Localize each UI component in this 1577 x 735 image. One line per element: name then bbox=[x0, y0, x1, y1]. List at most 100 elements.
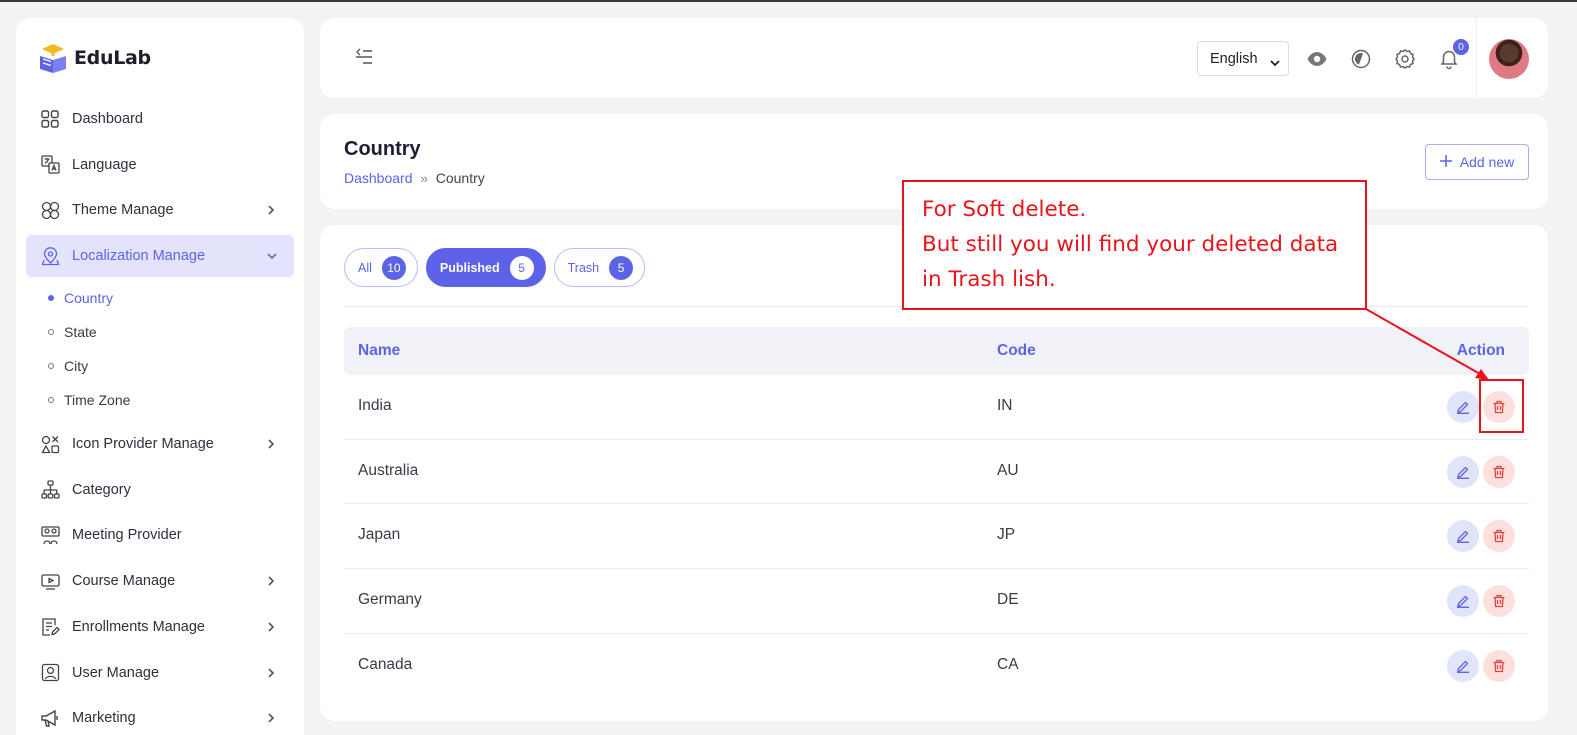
cell-name: Germany bbox=[358, 591, 422, 609]
brand-name: EduLab bbox=[74, 47, 151, 69]
sidebar-item-label: Dashboard bbox=[72, 111, 143, 127]
chevron-down-icon bbox=[266, 248, 277, 264]
divider bbox=[1476, 18, 1477, 98]
user-square-icon bbox=[40, 663, 60, 683]
cell-code: DE bbox=[997, 591, 1019, 609]
breadcrumb-separator: » bbox=[420, 170, 428, 186]
megaphone-icon bbox=[40, 708, 60, 728]
plus-icon bbox=[1439, 154, 1452, 170]
status-tabs: All 10 Published 5 Trash 5 bbox=[344, 248, 646, 287]
sidebar-item-dashboard[interactable]: Dashboard bbox=[26, 98, 294, 140]
bullet-icon bbox=[48, 363, 54, 370]
top-bar: English 0 bbox=[320, 18, 1548, 98]
chevron-right-icon bbox=[266, 573, 276, 589]
table-row: Japan JP bbox=[344, 504, 1529, 570]
chevron-right-icon bbox=[266, 436, 276, 452]
sidebar-item-icon-provider-manage[interactable]: Icon Provider Manage bbox=[26, 423, 294, 465]
pencil-icon bbox=[1457, 595, 1469, 609]
tab-trash[interactable]: Trash 5 bbox=[553, 248, 646, 287]
sidebar-item-label: Marketing bbox=[72, 710, 136, 727]
sidebar-item-language[interactable]: Language bbox=[26, 144, 294, 186]
trash-icon bbox=[1493, 530, 1505, 543]
sidebar-item-enrollments-manage[interactable]: Enrollments Manage bbox=[26, 606, 294, 648]
sidebar-item-localization-manage[interactable]: Localization Manage bbox=[26, 235, 294, 278]
delete-button[interactable] bbox=[1483, 520, 1515, 553]
video-icon bbox=[40, 571, 60, 591]
hierarchy-icon bbox=[40, 480, 60, 500]
annotation-line: But still you will find your deleted dat… bbox=[922, 232, 1339, 257]
sidebar-item-label: User Manage bbox=[72, 664, 160, 681]
submenu-item-label: Country bbox=[64, 290, 114, 307]
sidebar-item-course-manage[interactable]: Course Manage bbox=[26, 560, 294, 602]
chevron-down-icon bbox=[1270, 55, 1280, 71]
edit-button[interactable] bbox=[1447, 585, 1479, 618]
submenu-item-city[interactable]: City bbox=[48, 349, 294, 383]
submenu-item-label: Time Zone bbox=[64, 392, 131, 409]
sidebar-item-label: Course Manage bbox=[72, 573, 176, 590]
tab-count-badge: 5 bbox=[509, 255, 534, 280]
sidebar-item-label: Enrollments Manage bbox=[72, 618, 205, 635]
sidebar-item-user-manage[interactable]: User Manage bbox=[26, 652, 294, 694]
annotation-line: For Soft delete. bbox=[922, 197, 1087, 222]
column-header-action: Action bbox=[1456, 342, 1505, 359]
annotation-callout: For Soft delete. But still you will find… bbox=[902, 180, 1367, 310]
gear-icon[interactable] bbox=[1394, 48, 1416, 70]
cell-code: IN bbox=[997, 397, 1013, 414]
sidebar-item-category[interactable]: Category bbox=[26, 469, 294, 511]
column-header-name: Name bbox=[358, 342, 401, 359]
trash-icon bbox=[1493, 465, 1505, 478]
cell-name: Canada bbox=[358, 655, 413, 673]
delete-button[interactable] bbox=[1483, 455, 1515, 488]
page-title: Country bbox=[344, 138, 421, 160]
graduation-book-logo-icon bbox=[38, 42, 68, 74]
delete-button[interactable] bbox=[1483, 585, 1515, 618]
add-new-label: Add new bbox=[1459, 154, 1515, 170]
pencil-icon bbox=[1457, 530, 1469, 544]
sidebar-item-theme-manage[interactable]: Theme Manage bbox=[26, 189, 294, 231]
sidebar-item-meeting-provider[interactable]: Meeting Provider bbox=[26, 514, 294, 556]
bullet-icon bbox=[48, 295, 54, 302]
add-new-button[interactable]: Add new bbox=[1425, 144, 1529, 180]
annotation-highlight-box bbox=[1479, 379, 1524, 433]
theme-toggle-icon[interactable] bbox=[1350, 48, 1372, 70]
tab-count-badge: 10 bbox=[381, 255, 406, 280]
sidebar-item-label: Icon Provider Manage bbox=[72, 436, 214, 453]
submenu-item-state[interactable]: State bbox=[48, 315, 294, 349]
sidebar-item-marketing[interactable]: Marketing bbox=[26, 697, 294, 735]
breadcrumb-link-dashboard[interactable]: Dashboard bbox=[344, 170, 413, 186]
grid-icon bbox=[40, 109, 60, 129]
edit-button[interactable] bbox=[1447, 391, 1479, 423]
edit-button[interactable] bbox=[1447, 455, 1479, 488]
tab-label: Published bbox=[439, 260, 500, 275]
document-edit-icon bbox=[40, 617, 60, 637]
tab-label: All bbox=[358, 260, 372, 275]
submenu-item-country[interactable]: Country bbox=[48, 281, 294, 315]
language-select[interactable]: English bbox=[1197, 41, 1289, 76]
submenu-item-label: City bbox=[64, 358, 89, 375]
cell-code: AU bbox=[997, 461, 1019, 479]
tab-all[interactable]: All 10 bbox=[344, 248, 418, 287]
shapes-icon bbox=[40, 434, 60, 454]
delete-button[interactable] bbox=[1483, 649, 1515, 682]
breadcrumb: Dashboard » Country bbox=[344, 170, 485, 186]
submenu-item-time-zone[interactable]: Time Zone bbox=[48, 383, 294, 417]
annotation-line: in Trash lish. bbox=[922, 267, 1056, 292]
trash-icon bbox=[1493, 594, 1505, 608]
cell-name: Japan bbox=[358, 526, 401, 544]
brand[interactable]: EduLab bbox=[38, 42, 151, 74]
sidebar: EduLab Dashboard Language Theme Manage L… bbox=[16, 18, 304, 735]
edit-button[interactable] bbox=[1447, 649, 1479, 682]
table-row: Australia AU bbox=[344, 440, 1529, 505]
edit-button[interactable] bbox=[1447, 520, 1479, 553]
avatar[interactable] bbox=[1489, 39, 1529, 79]
table-header: Name Code Action bbox=[344, 327, 1529, 375]
tab-published[interactable]: Published 5 bbox=[425, 248, 546, 287]
submenu-item-label: State bbox=[64, 324, 97, 341]
flower-icon bbox=[40, 200, 60, 220]
notification-count-badge: 0 bbox=[1453, 39, 1469, 55]
sidebar-nav: Dashboard Language Theme Manage Localiza… bbox=[26, 98, 294, 735]
pencil-icon bbox=[1457, 401, 1469, 414]
country-table: Name Code Action India IN Australia AU J… bbox=[344, 327, 1529, 698]
eye-icon[interactable] bbox=[1306, 48, 1328, 70]
sidebar-toggle-icon[interactable] bbox=[354, 48, 374, 66]
